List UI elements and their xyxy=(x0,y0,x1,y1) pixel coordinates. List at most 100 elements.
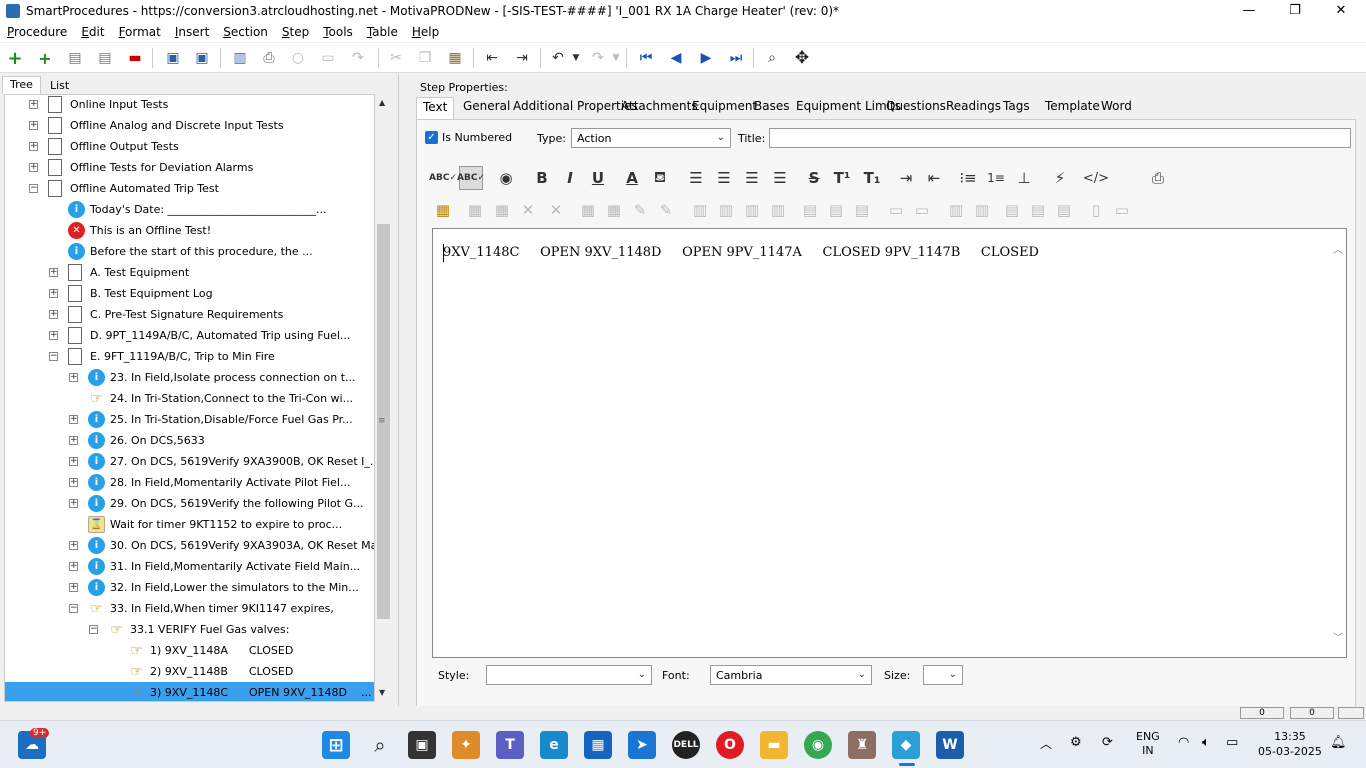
autospell-icon[interactable]: ABC✓ xyxy=(457,166,485,190)
bullet-list-icon[interactable]: ⁝≡ xyxy=(956,166,980,190)
sync-icon[interactable]: ⟳ xyxy=(1102,735,1113,750)
increase-indent-icon[interactable]: ⇥ xyxy=(894,166,918,190)
distribute-rows-icon[interactable]: ▥ xyxy=(970,198,994,222)
style-select[interactable]: ⌄ xyxy=(486,665,652,685)
add-icon[interactable]: + xyxy=(5,48,25,69)
tree-item[interactable]: + i 32. In Field,Lower the simulators to t… xyxy=(5,577,374,598)
align-right-icon[interactable]: ☰ xyxy=(740,166,764,190)
tree-item[interactable]: + Offline Output Tests xyxy=(5,136,374,157)
language-indicator[interactable]: ENG IN xyxy=(1136,730,1160,758)
maximize-button[interactable]: ❐ xyxy=(1272,0,1318,22)
expand-icon[interactable]: + xyxy=(49,331,58,340)
power-automate-icon[interactable]: ➤ xyxy=(628,731,656,759)
table-align-icon[interactable]: ▤ xyxy=(1026,198,1050,222)
tree-item[interactable]: + i 28. In Field,Momentarily Activate Pilo… xyxy=(5,472,374,493)
screen-icon[interactable]: ▭ xyxy=(318,48,338,68)
menu-insert[interactable]: Insert xyxy=(168,25,216,39)
notifications-icon[interactable]: 🔔︎ xyxy=(1330,735,1347,750)
expand-icon[interactable]: + xyxy=(69,562,78,571)
tree-item[interactable]: ☞ 2) 9XV_1148B CLOSED xyxy=(5,661,374,682)
insert-table-icon[interactable]: ▦ xyxy=(463,198,487,222)
type-select[interactable]: Action ⌄ xyxy=(571,128,731,148)
copilot-icon[interactable]: ✦ xyxy=(452,731,480,759)
resize-grip-icon[interactable] xyxy=(1338,707,1364,719)
delete-table-icon[interactable]: ▦ xyxy=(490,198,514,222)
title-input[interactable] xyxy=(769,128,1351,148)
insert-line-icon[interactable]: ⊥ xyxy=(1012,166,1036,190)
insert-row-below-icon[interactable]: ▤ xyxy=(824,198,848,222)
tree-item[interactable]: ☞ 24. In Tri-Station,Connect to the Tri-C… xyxy=(5,388,374,409)
menu-section[interactable]: Section xyxy=(216,25,275,39)
smartprocedures-icon[interactable]: ◆ xyxy=(892,731,920,759)
tree-item[interactable]: + Online Input Tests xyxy=(5,95,374,115)
superscript-icon[interactable]: T¹ xyxy=(830,166,854,190)
tree-item[interactable]: + i 30. On DCS, 5619Verify 9XA3903A, OK Re… xyxy=(5,535,374,556)
indent-icon[interactable]: ⇥ xyxy=(512,48,532,68)
expand-icon[interactable]: + xyxy=(29,142,38,151)
copy-icon[interactable]: ❐ xyxy=(415,48,435,68)
battery-icon[interactable]: ▭ xyxy=(1226,735,1238,750)
add-child-icon[interactable]: + xyxy=(35,48,55,68)
file-explorer-icon[interactable]: ▬ xyxy=(760,731,788,759)
delete-column-icon[interactable]: ✕ xyxy=(516,198,540,222)
delete-rows-icon[interactable]: ▤ xyxy=(850,198,874,222)
print-icon[interactable]: ⎙ xyxy=(259,48,279,68)
spellcheck-icon[interactable]: ABC✓ xyxy=(429,166,457,190)
tree-item[interactable]: + Offline Analog and Discrete Input Tests xyxy=(5,115,374,136)
cell-color-icon[interactable]: ✎ xyxy=(654,198,678,222)
menu-procedure[interactable]: Procedure xyxy=(0,25,74,39)
volume-icon[interactable]: 🔈︎ xyxy=(1202,735,1210,750)
row-height-icon[interactable]: ▭ xyxy=(1110,198,1134,222)
scroll-up-icon[interactable]: ▲ xyxy=(379,98,385,107)
menu-format[interactable]: Format xyxy=(112,25,168,39)
wifi-icon[interactable]: ◠ xyxy=(1178,735,1189,750)
undo-icon[interactable]: ↶ xyxy=(548,48,568,68)
menu-step[interactable]: Step xyxy=(275,25,316,39)
bold-icon[interactable]: B xyxy=(530,166,554,190)
numbered-list-icon[interactable]: 1≡ xyxy=(984,166,1008,190)
insert-column-right-icon[interactable]: ▥ xyxy=(714,198,738,222)
expand-icon[interactable]: + xyxy=(29,100,38,109)
underline-icon[interactable]: U xyxy=(586,166,610,190)
tree-item[interactable]: + i 23. In Field,Isolate process connectio… xyxy=(5,367,374,388)
merge-columns-icon[interactable]: ▥ xyxy=(740,198,764,222)
table-style-icon[interactable]: ▤ xyxy=(1052,198,1076,222)
expand-icon[interactable]: + xyxy=(69,478,78,487)
expand-icon[interactable]: + xyxy=(69,583,78,592)
table-properties-icon[interactable]: ▦ xyxy=(576,198,600,222)
tree-item[interactable]: + i 25. In Tri-Station,Disable/Force Fuel … xyxy=(5,409,374,430)
font-color-icon[interactable]: A xyxy=(620,166,644,190)
start-icon[interactable]: ⊞ xyxy=(322,731,350,759)
expand-icon[interactable]: + xyxy=(69,415,78,424)
store-icon[interactable]: ▦ xyxy=(584,731,612,759)
tree-item[interactable]: + D. 9PT_1149A/B/C, Automated Trip using … xyxy=(5,325,374,346)
remove-icon[interactable]: ▬ xyxy=(125,48,145,68)
scroll-down-icon[interactable]: ﹀ xyxy=(1333,629,1343,644)
search-icon[interactable]: ⌕ xyxy=(366,731,394,759)
tree-item[interactable]: ✕ This is an Offline Test! xyxy=(5,220,374,241)
menu-edit[interactable]: Edit xyxy=(74,25,111,39)
align-center-icon[interactable]: ☰ xyxy=(712,166,736,190)
editor-text[interactable]: 9XV_1148C OPEN 9XV_1148D OPEN 9PV_1147A … xyxy=(443,245,1039,260)
tree-item[interactable]: ⌛ Wait for timer 9KT1152 to expire to pro… xyxy=(5,514,374,535)
tree-item[interactable]: + C. Pre-Test Signature Requirements xyxy=(5,304,374,325)
chrome-icon[interactable]: ◉ xyxy=(804,731,832,759)
split-cells-icon[interactable]: ▭ xyxy=(910,198,934,222)
expand-icon[interactable]: + xyxy=(29,163,38,172)
insert-image-icon[interactable]: ▦ xyxy=(431,198,455,222)
tree-item[interactable]: − Offline Automated Trip Test xyxy=(5,178,374,199)
step-text-editor[interactable]: 9XV_1148C OPEN 9XV_1148D OPEN 9PV_1147A … xyxy=(432,228,1347,658)
distribute-columns-icon[interactable]: ▥ xyxy=(944,198,968,222)
tree-item[interactable]: + i 29. On DCS, 5619Verify the following P… xyxy=(5,493,374,514)
menu-help[interactable]: Help xyxy=(405,25,446,39)
table-border-icon[interactable]: ▤ xyxy=(1000,198,1024,222)
tray-chevron-icon[interactable]: ︿ xyxy=(1040,735,1052,752)
dell-icon[interactable]: DELL xyxy=(672,731,700,759)
expand-icon[interactable]: + xyxy=(69,541,78,550)
tree-item[interactable]: + i 26. On DCS,5633 xyxy=(5,430,374,451)
editor-scrollbar[interactable]: ︿ ﹀ xyxy=(1330,229,1346,657)
align-left-icon[interactable]: ☰ xyxy=(684,166,708,190)
paste-icon[interactable]: ▦ xyxy=(445,48,465,68)
tab-word[interactable]: Word xyxy=(1095,97,1138,119)
find-icon[interactable]: ⌕ xyxy=(762,48,782,68)
